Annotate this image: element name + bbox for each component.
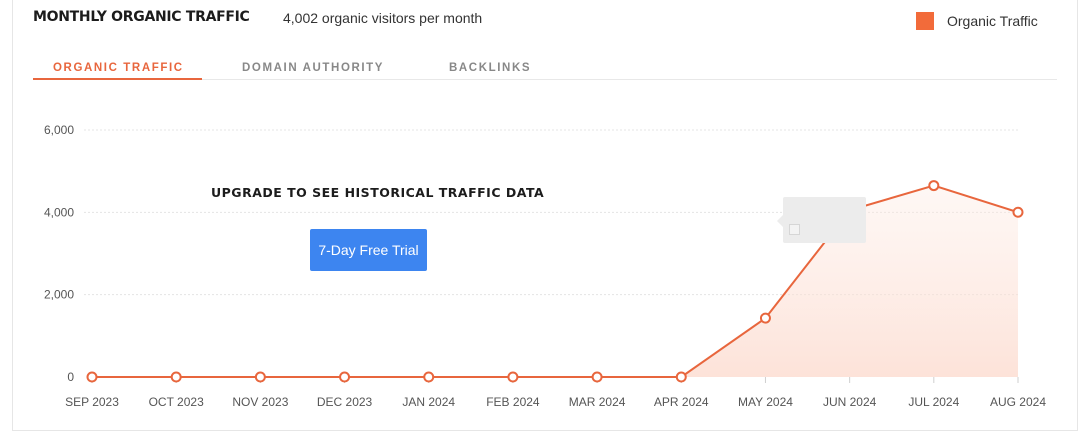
tooltip-placeholder [783, 197, 866, 243]
data-point[interactable] [86, 371, 98, 383]
y-tick-label: 2,000 [44, 288, 74, 302]
x-tick-label: SEP 2023 [65, 395, 119, 409]
x-tick-label: AUG 2024 [990, 395, 1046, 409]
x-tick-label: APR 2024 [654, 395, 709, 409]
free-trial-button[interactable]: 7-Day Free Trial [310, 229, 427, 271]
x-tick-label: JUN 2024 [823, 395, 877, 409]
traffic-chart: 0 2,000 4,000 6,000 SEP 2023 OCT 2023 NOV 202… [44, 123, 1046, 409]
data-point[interactable] [591, 371, 603, 383]
x-tick-label: FEB 2024 [486, 395, 540, 409]
data-point[interactable] [1012, 206, 1024, 218]
y-tick-label: 4,000 [44, 205, 74, 219]
data-point[interactable] [928, 180, 940, 192]
data-point[interactable] [254, 371, 266, 383]
x-tick-label: OCT 2023 [149, 395, 204, 409]
x-tick-label: NOV 2023 [232, 395, 288, 409]
x-tick-label: JAN 2024 [402, 395, 455, 409]
y-tick-label: 6,000 [44, 123, 74, 137]
data-point[interactable] [507, 371, 519, 383]
data-point[interactable] [675, 371, 687, 383]
data-point[interactable] [423, 371, 435, 383]
x-tick-label: DEC 2023 [317, 395, 373, 409]
upgrade-message: UPGRADE TO SEE HISTORICAL TRAFFIC DATA [211, 185, 545, 200]
y-tick-label: 0 [67, 370, 74, 384]
data-point[interactable] [759, 312, 771, 324]
tooltip-arrow [777, 214, 784, 228]
data-point[interactable] [339, 371, 351, 383]
tooltip-swatch [789, 224, 800, 235]
traffic-area [92, 185, 1018, 377]
x-tick-label: JUL 2024 [908, 395, 959, 409]
data-point[interactable] [170, 371, 182, 383]
x-tick-label: MAY 2024 [738, 395, 793, 409]
x-tick-label: MAR 2024 [569, 395, 626, 409]
